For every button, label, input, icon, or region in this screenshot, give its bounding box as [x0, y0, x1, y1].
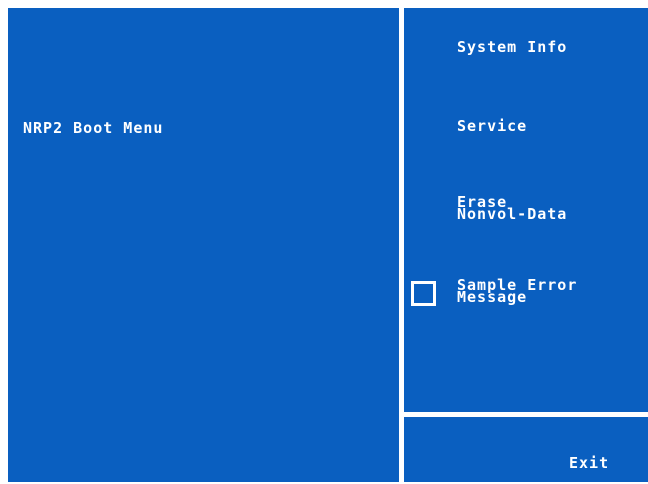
menu-item-sample-error-message[interactable]: Sample Error Message	[404, 276, 648, 316]
menu-panel: System Info Service Erase Nonvol-Data Sa…	[404, 8, 648, 412]
menu-item-service[interactable]: Service	[404, 111, 648, 141]
sample-error-checkbox[interactable]	[411, 281, 436, 306]
menu-item-label-line2: Nonvol-Data	[457, 205, 568, 223]
title-panel: NRP2 Boot Menu	[8, 8, 399, 482]
menu-item-label-line2: Message	[457, 288, 528, 306]
menu-item-erase-nonvol-data[interactable]: Erase Nonvol-Data	[404, 192, 648, 232]
page-title: NRP2 Boot Menu	[23, 119, 164, 137]
exit-button[interactable]: Exit	[404, 417, 648, 482]
menu-item-label: Sample Error Message	[457, 278, 577, 306]
exit-panel: Exit	[404, 417, 648, 482]
exit-label: Exit	[569, 454, 610, 472]
boot-menu-screen: NRP2 Boot Menu System Info Service Erase…	[0, 0, 648, 484]
menu-item-label: System Info	[457, 38, 568, 56]
menu-item-label: Service	[457, 117, 528, 135]
menu-item-label: Erase Nonvol-Data	[457, 195, 568, 223]
menu-item-system-info[interactable]: System Info	[404, 32, 648, 62]
